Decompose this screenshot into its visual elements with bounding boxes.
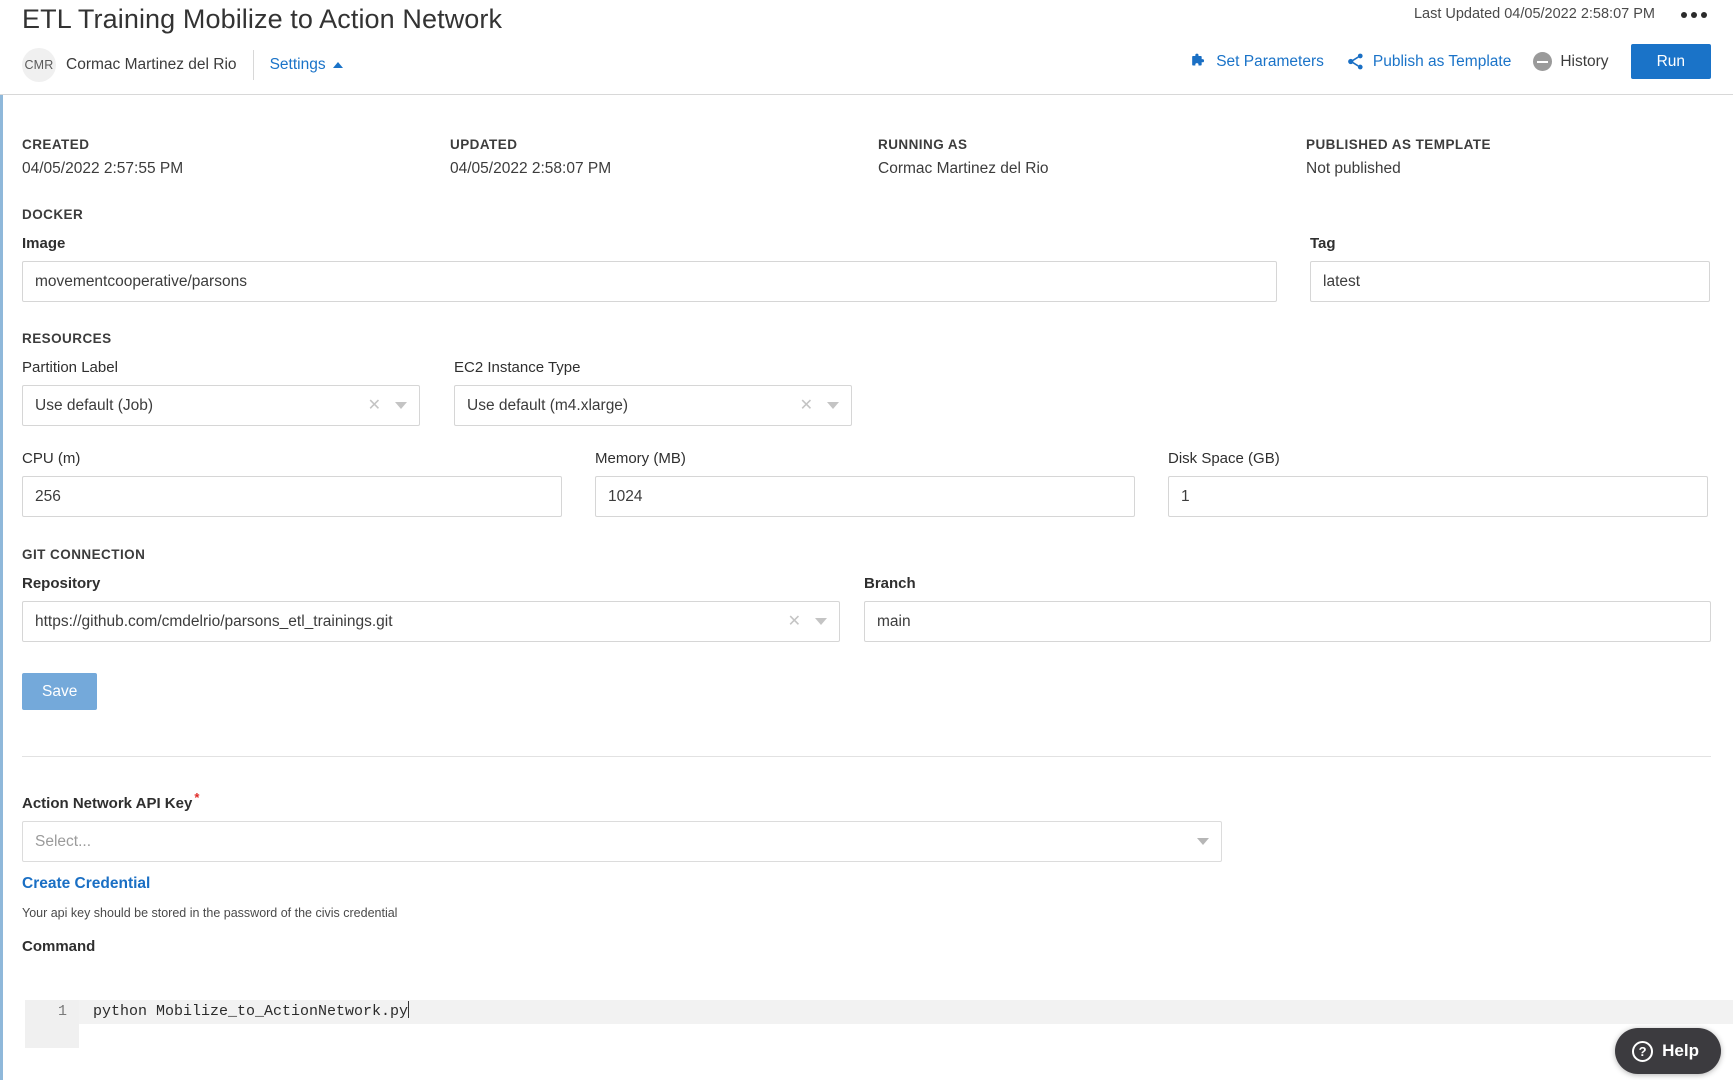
image-label: Image	[22, 235, 66, 252]
history-button[interactable]: History	[1533, 52, 1609, 71]
kebab-dot	[1681, 12, 1687, 18]
published-value: Not published	[1306, 160, 1401, 177]
kebab-dot	[1691, 12, 1697, 18]
create-credential-link[interactable]: Create Credential	[22, 875, 150, 893]
last-updated-text: Last Updated 04/05/2022 2:58:07 PM	[1413, 6, 1655, 22]
api-key-placeholder: Select...	[35, 832, 91, 850]
published-label: PUBLISHED AS TEMPLATE	[1306, 137, 1491, 152]
api-key-help-text: Your api key should be stored in the pas…	[22, 906, 398, 920]
tag-label: Tag	[1310, 235, 1336, 252]
settings-toggle[interactable]: Settings	[270, 56, 343, 74]
partition-label: Partition Label	[22, 359, 118, 376]
chevron-down-icon	[395, 402, 407, 409]
history-label: History	[1560, 52, 1609, 70]
clear-icon[interactable]: ✕	[788, 613, 801, 630]
run-button[interactable]: Run	[1630, 44, 1711, 79]
settings-panel: CREATED 04/05/2022 2:57:55 PM UPDATED 04…	[0, 137, 1733, 955]
git-section-title: GIT CONNECTION	[22, 547, 146, 562]
metadata-running-as: RUNNING AS Cormac Martinez del Rio	[878, 137, 1306, 178]
disk-space-label: Disk Space (GB)	[1168, 450, 1280, 467]
memory-input[interactable]: 1024	[595, 476, 1135, 517]
git-fields-row: Repository https://github.com/cmdelrio/p…	[22, 575, 1711, 642]
cpu-input[interactable]: 256	[22, 476, 562, 517]
repository-value: https://github.com/cmdelrio/parsons_etl_…	[35, 612, 393, 630]
owner-name: Cormac Martinez del Rio	[66, 56, 237, 73]
editor-blank-line[interactable]	[79, 1024, 1733, 1048]
cpu-label: CPU (m)	[22, 450, 81, 467]
puzzle-icon	[1192, 53, 1205, 66]
metadata-published: PUBLISHED AS TEMPLATE Not published	[1306, 137, 1491, 178]
updated-value: 04/05/2022 2:58:07 PM	[450, 160, 612, 177]
api-key-label-text: Action Network API Key	[22, 795, 193, 812]
branch-input[interactable]: main	[864, 601, 1711, 642]
editor-gutter: 1	[25, 1000, 79, 1048]
memory-label: Memory (MB)	[595, 450, 686, 467]
divider	[252, 50, 254, 80]
action-network-api-key-select[interactable]: Select...	[22, 821, 1222, 862]
command-label: Command	[22, 938, 96, 955]
page-header: ETL Training Mobilize to Action Network …	[0, 0, 1733, 95]
metadata-created: CREATED 04/05/2022 2:57:55 PM	[22, 137, 450, 178]
text-caret	[408, 1001, 410, 1018]
partition-label-value: Use default (Job)	[35, 396, 154, 414]
required-marker: *	[194, 790, 200, 805]
set-parameters-label: Set Parameters	[1216, 52, 1324, 70]
share-icon	[1348, 53, 1363, 70]
running-as-label: RUNNING AS	[878, 137, 968, 152]
question-mark-icon: ?	[1632, 1040, 1654, 1062]
image-input[interactable]: movementcooperative/parsons	[22, 261, 1277, 302]
resources-section-title: RESOURCES	[22, 331, 112, 346]
ec2-instance-type-label: EC2 Instance Type	[454, 359, 581, 376]
owner-bar: CMR Cormac Martinez del Rio Settings	[22, 48, 343, 82]
disk-space-input[interactable]: 1	[1168, 476, 1708, 517]
chevron-down-icon	[1197, 838, 1209, 845]
chevron-down-icon	[827, 402, 839, 409]
command-editor[interactable]: 1 python Mobilize_to_ActionNetwork.py	[25, 1000, 1733, 1048]
publish-as-template-label: Publish as Template	[1372, 52, 1512, 70]
partition-label-select[interactable]: Use default (Job) ✕	[22, 385, 420, 426]
repository-label: Repository	[22, 575, 101, 592]
minus-circle-icon	[1533, 52, 1553, 71]
running-as-value: Cormac Martinez del Rio	[878, 160, 1049, 177]
metadata-updated: UPDATED 04/05/2022 2:58:07 PM	[450, 137, 878, 178]
publish-as-template-button[interactable]: Publish as Template	[1346, 52, 1511, 71]
chevron-down-icon	[815, 618, 827, 625]
line-number: 1	[57, 1003, 67, 1020]
ec2-instance-type-value: Use default (m4.xlarge)	[467, 396, 629, 414]
docker-fields-row: Image movementcooperative/parsons Tag la…	[22, 235, 1711, 302]
created-value: 04/05/2022 2:57:55 PM	[22, 160, 184, 177]
resources-numeric-row: CPU (m) 256 Memory (MB) 1024 Disk Space …	[22, 450, 1711, 517]
save-button[interactable]: Save	[22, 673, 98, 710]
docker-section-title: DOCKER	[22, 207, 84, 222]
editor-line[interactable]: python Mobilize_to_ActionNetwork.py	[79, 1000, 1733, 1024]
header-actions: Set Parameters Publish as Template Histo…	[1189, 44, 1711, 79]
branch-label: Branch	[864, 575, 916, 592]
kebab-dot	[1701, 12, 1707, 18]
command-line-text: python Mobilize_to_ActionNetwork.py	[93, 1003, 409, 1020]
more-options-button[interactable]	[1677, 8, 1711, 22]
repository-select[interactable]: https://github.com/cmdelrio/parsons_etl_…	[22, 601, 840, 642]
tag-input[interactable]: latest	[1310, 261, 1710, 302]
clear-icon[interactable]: ✕	[800, 397, 813, 414]
avatar: CMR	[22, 48, 56, 82]
gutter-blank	[25, 1024, 67, 1048]
settings-label: Settings	[269, 56, 326, 73]
set-parameters-button[interactable]: Set Parameters	[1189, 52, 1324, 71]
help-label: Help	[1662, 1041, 1699, 1060]
created-label: CREATED	[22, 137, 90, 152]
updated-label: UPDATED	[450, 137, 518, 152]
page-title: ETL Training Mobilize to Action Network	[22, 4, 503, 34]
ec2-instance-type-select[interactable]: Use default (m4.xlarge) ✕	[454, 385, 852, 426]
chevron-up-icon	[332, 62, 343, 68]
action-network-api-key-label: Action Network API Key *	[22, 790, 1711, 812]
resources-selects-row: Partition Label Use default (Job) ✕ EC2 …	[22, 359, 1711, 426]
section-divider	[22, 756, 1711, 757]
page-root: ETL Training Mobilize to Action Network …	[0, 0, 1733, 1080]
clear-icon[interactable]: ✕	[368, 397, 381, 414]
metadata-row: CREATED 04/05/2022 2:57:55 PM UPDATED 04…	[22, 137, 1711, 178]
help-button[interactable]: ? Help	[1615, 1028, 1721, 1074]
